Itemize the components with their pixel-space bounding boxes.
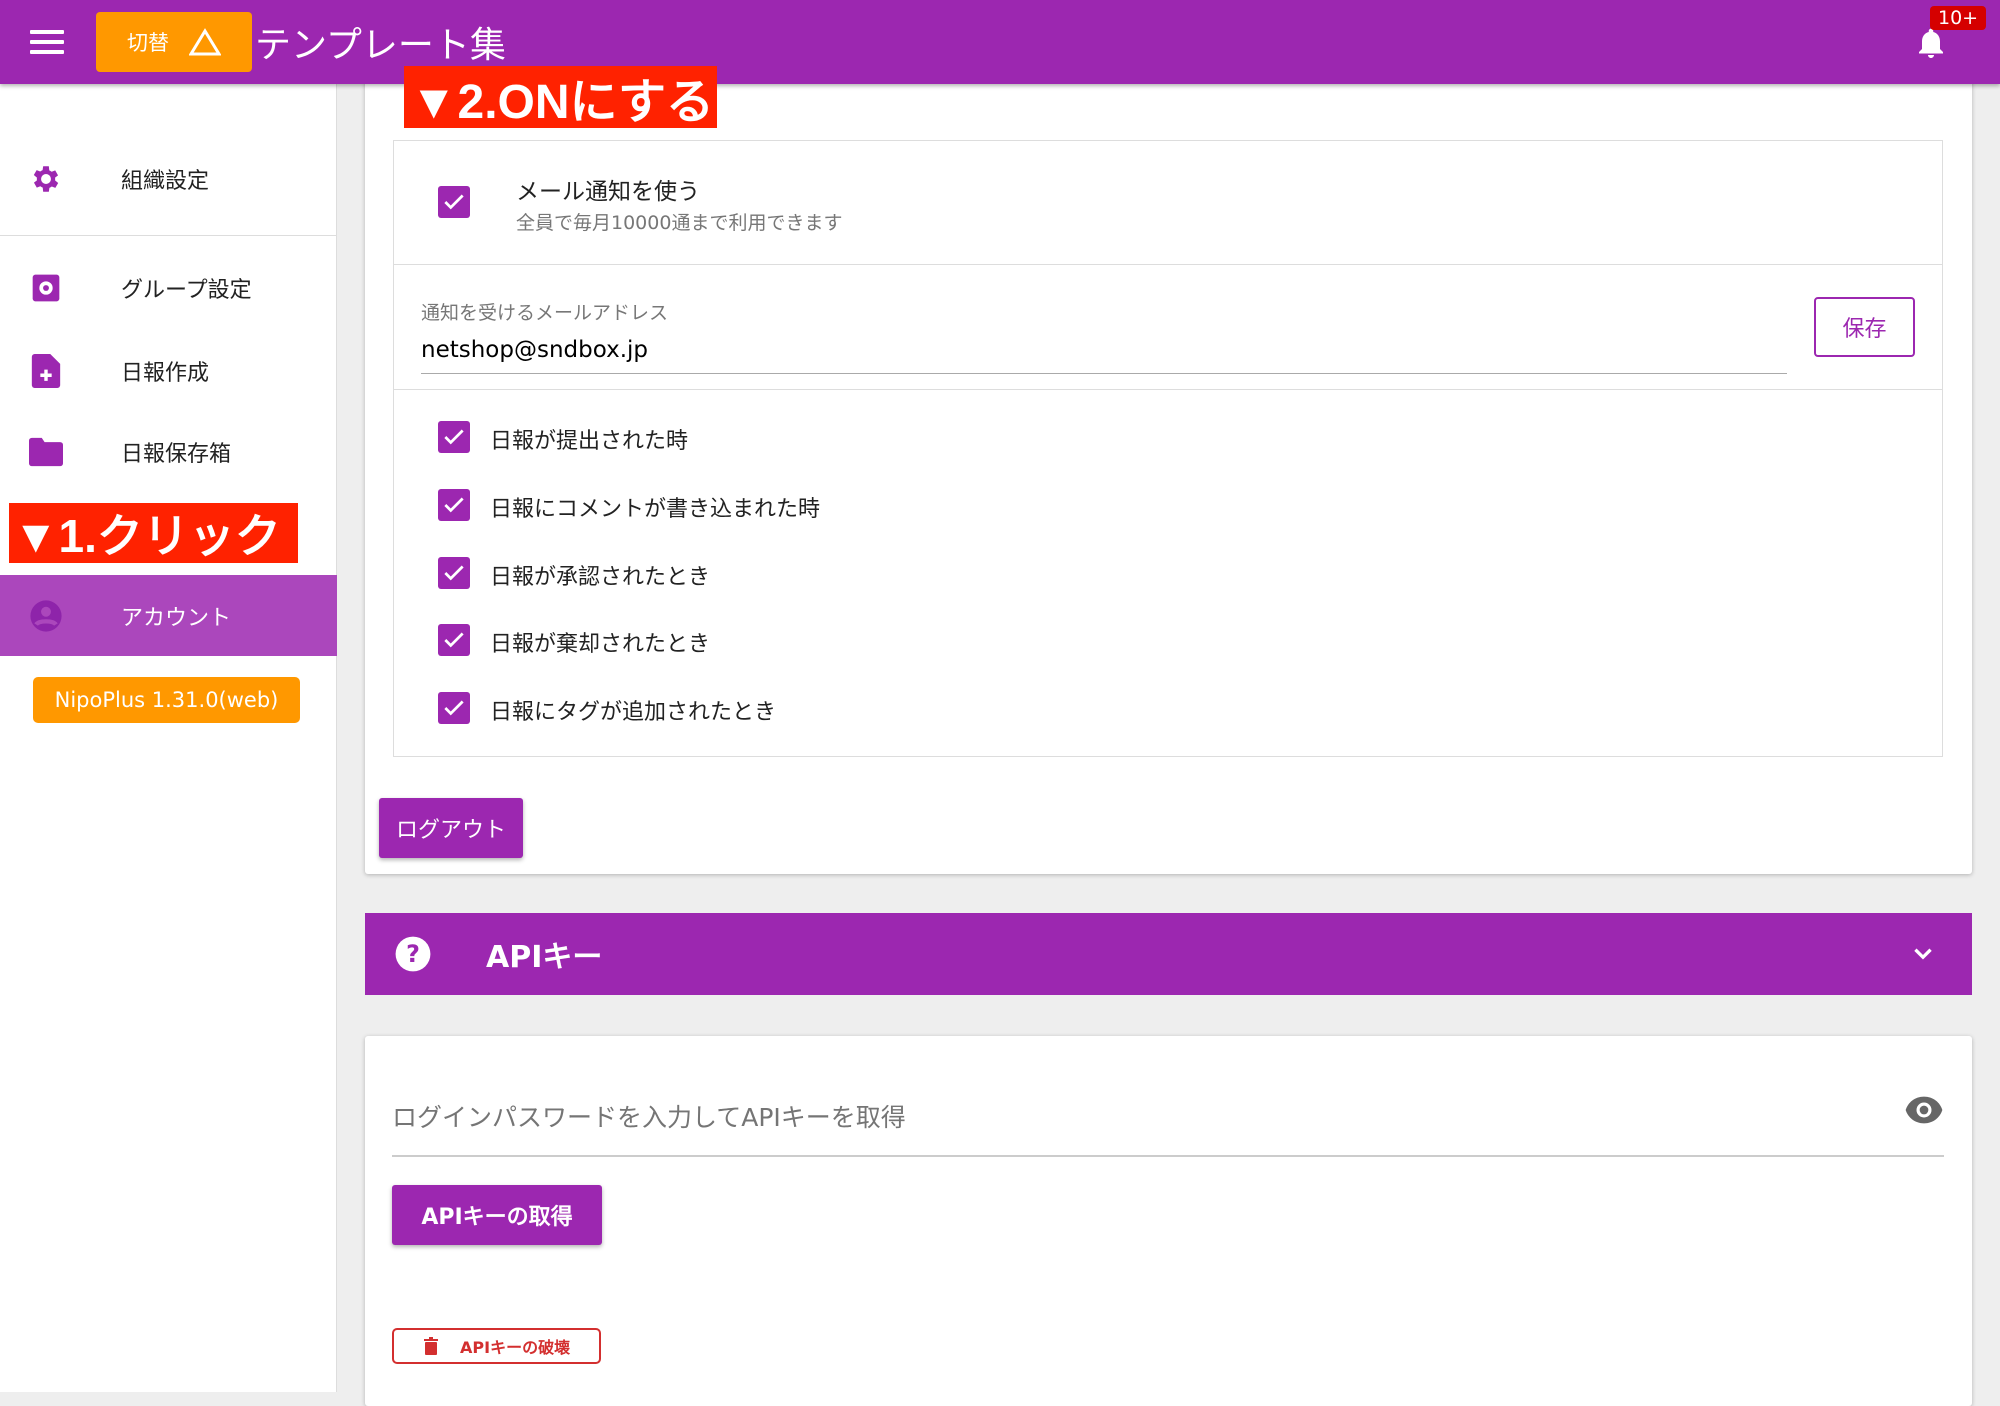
notification-badge: 10+ <box>1930 6 1987 30</box>
check-icon <box>444 429 464 445</box>
option-checkbox[interactable] <box>438 557 470 589</box>
svg-text:?: ? <box>406 940 420 968</box>
page-title: テンプレート集 <box>255 25 506 66</box>
account-circle-icon <box>29 599 63 633</box>
option-label: 日報が棄却されたとき <box>490 632 711 657</box>
sidebar-item-label: 日報保存箱 <box>121 442 232 467</box>
trash-icon <box>424 1337 438 1355</box>
sidebar-divider <box>0 235 337 236</box>
option-label: 日報にコメントが書き込まれた時 <box>490 497 821 522</box>
gear-icon <box>29 162 63 196</box>
sidebar-item-label: 日報作成 <box>121 361 210 386</box>
mail-enable-checkbox[interactable] <box>438 186 470 218</box>
annotation-step2: ▼2.ONにする <box>404 66 717 129</box>
option-checkbox[interactable] <box>438 489 470 521</box>
menu-icon[interactable] <box>30 30 64 54</box>
mail-address-label: 通知を受けるメールアドレス <box>421 302 669 324</box>
option-checkbox[interactable] <box>438 421 470 453</box>
sidebar-item-label: 組織設定 <box>121 169 210 194</box>
file-plus-icon <box>29 354 63 388</box>
app-header: 切替 テンプレート集 10+ <box>0 0 2000 84</box>
password-input[interactable] <box>392 1080 1944 1157</box>
help-icon: ? <box>395 936 431 972</box>
logout-button[interactable]: ログアウト <box>379 798 523 858</box>
check-icon <box>444 194 464 210</box>
option-label: 日報にタグが追加されたとき <box>490 700 777 725</box>
option-label: 日報が提出された時 <box>490 429 689 454</box>
sidebar-item-org-settings[interactable]: 組織設定 <box>0 139 337 219</box>
destroy-label: APIキーの破壊 <box>460 1338 571 1357</box>
api-key-title: APIキー <box>486 940 603 975</box>
option-label: 日報が承認されたとき <box>490 565 711 590</box>
sidebar-item-report-box[interactable]: 日報保存箱 <box>0 412 337 492</box>
api-key-panel-header[interactable]: ? APIキー <box>365 913 1972 995</box>
check-icon <box>444 565 464 581</box>
mail-enable-subtext: 全員で毎月10000通まで利用できます <box>516 212 843 234</box>
mail-address-input[interactable] <box>421 326 1787 374</box>
save-button[interactable]: 保存 <box>1814 297 1915 357</box>
destroy-api-key-button[interactable]: APIキーの破壊 <box>392 1328 601 1364</box>
version-button[interactable]: NipoPlus 1.31.0(web) <box>33 677 300 723</box>
annotation-step1: ▼1.クリック <box>9 503 298 563</box>
gear-box-icon <box>29 271 63 305</box>
sidebar-item-label: グループ設定 <box>121 278 252 303</box>
mail-enable-label: メール通知を使う <box>516 179 700 205</box>
option-checkbox[interactable] <box>438 624 470 656</box>
folder-icon <box>29 435 63 469</box>
sidebar-item-account[interactable]: アカウント <box>0 575 337 656</box>
triangle-icon <box>189 28 221 56</box>
check-icon <box>444 700 464 716</box>
chevron-down-icon[interactable] <box>1910 941 1936 967</box>
sidebar-item-create-report[interactable]: 日報作成 <box>0 331 337 411</box>
check-icon <box>444 497 464 513</box>
sidebar-item-group-settings[interactable]: グループ設定 <box>0 248 337 328</box>
switch-label: 切替 <box>127 31 169 55</box>
sidebar-item-label: アカウント <box>121 605 232 631</box>
option-checkbox[interactable] <box>438 692 470 724</box>
switch-button[interactable]: 切替 <box>96 12 252 72</box>
check-icon <box>444 632 464 648</box>
get-api-key-button[interactable]: APIキーの取得 <box>392 1185 602 1245</box>
eye-icon[interactable] <box>1904 1094 1944 1126</box>
